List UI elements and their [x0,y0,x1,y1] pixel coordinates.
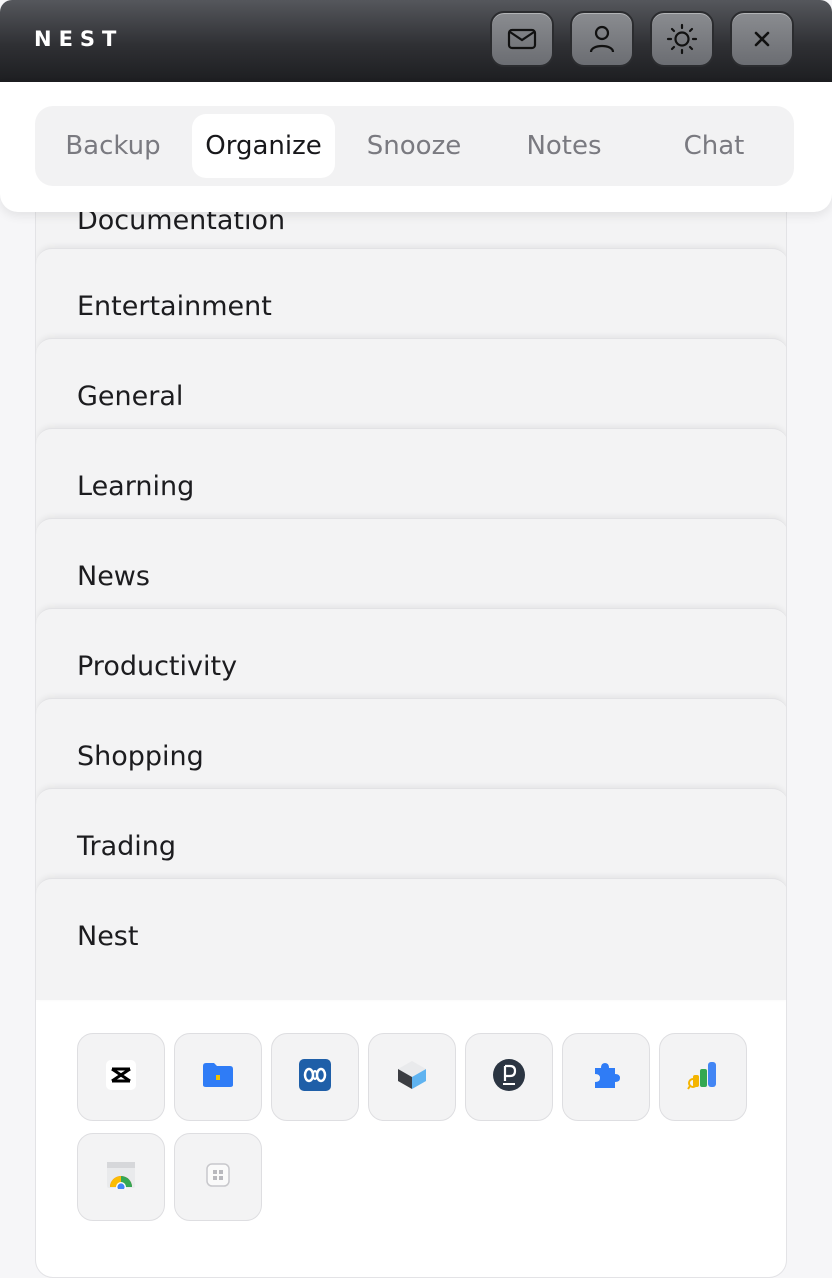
category-label: News [77,561,150,592]
infinity-app-icon [299,1059,331,1095]
close-icon [753,30,771,48]
category-label: Entertainment [77,291,272,322]
app-tile[interactable] [77,1133,165,1221]
category-row[interactable]: Nest [36,878,786,1000]
folder-lock-icon [202,1062,234,1092]
theme-toggle-button[interactable] [650,11,714,67]
category-label: Trading [77,831,177,862]
puzzle-extension-icon [591,1060,621,1094]
tab-header: Backup Organize Snooze Notes Chat [0,82,832,212]
mail-button[interactable] [490,11,554,67]
brand-logo: NEST [34,27,124,51]
app-tile[interactable] [271,1033,359,1121]
tab-organize[interactable]: Organize [192,114,335,178]
close-button[interactable] [730,11,794,67]
category-label: Productivity [77,651,238,682]
tab-chat[interactable]: Chat [643,114,785,178]
app-tile[interactable] [465,1033,553,1121]
organize-panel: Documentation Entertainment General Lear… [35,200,787,1278]
category-label: Shopping [77,741,204,772]
app-tile[interactable] [77,1033,165,1121]
app-tile[interactable] [368,1033,456,1121]
mail-icon [507,28,537,50]
app-tile[interactable] [659,1033,747,1121]
category-label: Learning [77,471,195,502]
cube-box-icon [395,1059,429,1095]
category-label: General [77,381,184,412]
app-tile[interactable] [174,1133,262,1221]
p-circle-icon [493,1059,525,1095]
app-tile[interactable] [174,1033,262,1121]
title-bar: NEST [0,0,832,82]
profile-button[interactable] [570,11,634,67]
analytics-chart-icon [687,1059,719,1095]
grid-placeholder-icon [206,1163,230,1191]
category-label: Nest [77,921,139,952]
tab-notes[interactable]: Notes [493,114,635,178]
tab-bar: Backup Organize Snooze Notes Chat [35,106,794,186]
tab-snooze[interactable]: Snooze [343,114,485,178]
sun-icon [666,23,698,55]
app-tile[interactable] [562,1033,650,1121]
tab-backup[interactable]: Backup [43,114,183,178]
user-icon [589,25,615,53]
chrome-window-icon [106,1161,136,1193]
capcut-icon [106,1060,136,1094]
